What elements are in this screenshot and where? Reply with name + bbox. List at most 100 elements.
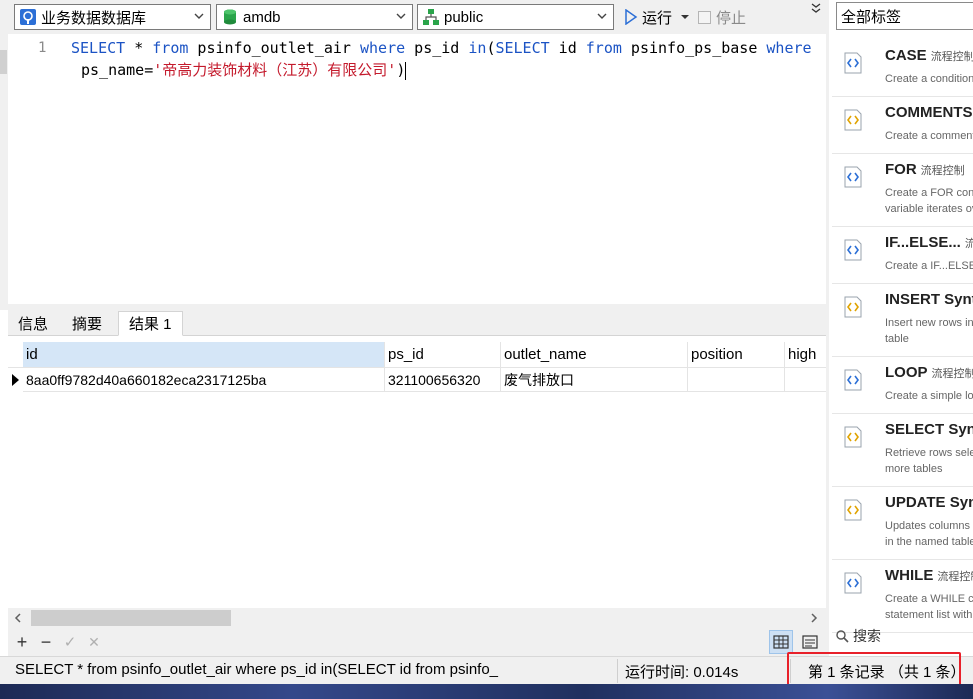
snippet-category: 流程控制 <box>920 165 965 177</box>
snippet-title: LOOP 流程控制 <box>885 364 973 381</box>
scrollbar-thumb[interactable] <box>31 610 231 626</box>
chevron-down-icon <box>396 13 406 19</box>
snippet-title: IF...ELSE...流程控制 <box>885 234 973 251</box>
cell-id[interactable]: 8aa0ff9782d40a660182eca2317125ba <box>23 368 385 392</box>
snippet-description-line: Create a WHILE control <box>885 593 973 605</box>
snippet-item[interactable]: INSERT Syntax Insert new rows into table <box>832 284 973 357</box>
sql-editor[interactable]: 1 SELECT * from psinfo_outlet_air where … <box>0 34 826 304</box>
overflow-chevron-icon[interactable] <box>809 2 823 16</box>
stop-button[interactable]: 停止 <box>698 6 746 28</box>
chevron-down-icon <box>194 13 204 19</box>
query-toolbar: 业务数据数据库 amdb public 运行 停止 <box>0 0 829 34</box>
snippet-filter-select[interactable]: 全部标签 <box>836 2 973 30</box>
tab-info[interactable]: 信息 <box>8 311 58 336</box>
snippet-item[interactable]: LOOP流程控制 Create a simple loop <box>832 357 973 414</box>
cell-high[interactable] <box>785 368 826 392</box>
minus-icon: − <box>40 631 52 652</box>
cell-position[interactable] <box>688 368 785 392</box>
add-row-button[interactable]: + <box>12 632 32 652</box>
tab-result-1[interactable]: 结果 1 <box>118 311 183 336</box>
sql-text: psinfo_outlet_air <box>188 39 360 57</box>
discard-changes-button[interactable]: ✕ <box>84 632 104 652</box>
status-run-time: 运行时间: 0.014s <box>625 664 739 681</box>
column-header-ps-id[interactable]: ps_id <box>385 342 501 368</box>
snippet-file-icon <box>844 499 862 521</box>
snippet-description-line: Insert new rows into <box>885 317 973 329</box>
sql-keyword: SELECT <box>71 39 126 57</box>
snippet-item[interactable]: WHILE流程控制 Create a WHILE control statement… <box>832 560 973 633</box>
sql-text: id <box>549 39 586 57</box>
sql-line-2: ps_name='帝高力装饰材料（江苏）有限公司') <box>81 59 407 80</box>
database-select[interactable]: amdb <box>216 4 413 30</box>
snippet-category: 流程控制 <box>931 368 973 380</box>
column-header-position[interactable]: position <box>688 342 785 368</box>
snippet-item[interactable]: SELECT Syntax Retrieve rows selected more … <box>832 414 973 487</box>
snippet-description: Retrieve rows selected more tables <box>885 445 973 477</box>
column-header-label: position <box>691 346 743 363</box>
run-button[interactable]: 运行 <box>624 6 690 28</box>
caret-down-icon[interactable] <box>680 12 690 22</box>
chevron-down-icon <box>597 13 607 19</box>
schema-select[interactable]: public <box>417 4 614 30</box>
snippet-file-icon <box>844 109 862 131</box>
current-row-arrow-icon <box>12 374 19 386</box>
apply-changes-button[interactable]: ✓ <box>60 632 80 652</box>
play-icon <box>625 9 638 25</box>
snippet-name: FOR <box>885 161 917 178</box>
row-header-corner <box>8 342 23 368</box>
sql-text: * <box>125 39 153 57</box>
database-label: amdb <box>243 8 281 26</box>
snippet-description: Updates columns of in the named table <box>885 518 973 550</box>
form-view-button[interactable] <box>798 630 822 654</box>
snippet-name: CASE <box>885 47 927 64</box>
grid-horizontal-scrollbar[interactable] <box>8 608 826 628</box>
tab-label: 摘要 <box>72 316 103 333</box>
delete-row-button[interactable]: − <box>36 632 56 652</box>
snippet-item[interactable]: IF...ELSE...流程控制 Create a IF...ELSE <box>832 227 973 284</box>
grid-view-button[interactable] <box>769 630 793 654</box>
scroll-right-icon[interactable] <box>808 612 820 624</box>
snippet-description-line: Create a comment <box>885 130 973 142</box>
stop-label: 停止 <box>716 9 747 27</box>
run-label: 运行 <box>642 9 673 27</box>
sql-text: ps_id <box>405 39 469 57</box>
snippet-file-icon <box>844 52 862 74</box>
table-row[interactable]: 8aa0ff9782d40a660182eca2317125ba 3211006… <box>8 368 826 392</box>
snippet-panel: 全部标签 CASE流程控制Create a conditionalCOMMENT… <box>829 0 973 656</box>
cell-outlet-name[interactable]: 废气排放口 <box>501 368 688 392</box>
snippet-description: Create a conditional <box>885 71 973 87</box>
snippet-description: Create a IF...ELSE <box>885 258 973 274</box>
snippet-name: WHILE <box>885 567 934 584</box>
cell-ps-id[interactable]: 321100656320 <box>385 368 501 392</box>
schema-label: public <box>444 8 484 26</box>
column-header-label: high <box>788 346 817 363</box>
column-header-id[interactable]: id <box>23 342 385 368</box>
column-header-high[interactable]: high <box>785 342 826 368</box>
schema-icon <box>423 9 439 25</box>
snippet-description-line: variable iterates over <box>885 203 973 215</box>
snippet-file-icon <box>844 426 862 448</box>
cell-value: 8aa0ff9782d40a660182eca2317125ba <box>26 371 267 388</box>
stop-checkbox[interactable] <box>698 10 711 24</box>
snippet-description-line: Retrieve rows selected <box>885 447 973 459</box>
line-number-column: 1 <box>8 34 54 304</box>
snippet-item[interactable]: CASE流程控制 Create a conditional <box>832 40 973 97</box>
tab-summary[interactable]: 摘要 <box>62 311 112 336</box>
grid-toolbar: + − ✓ ✕ <box>8 628 826 656</box>
tab-label: 结果 1 <box>129 316 172 333</box>
snippet-item[interactable]: UPDATE Syntax Updates columns of in the na… <box>832 487 973 560</box>
column-header-label: ps_id <box>388 346 424 363</box>
snippet-name: LOOP <box>885 364 928 381</box>
snippet-title: UPDATE Syntax <box>885 494 973 511</box>
snippet-search[interactable]: 搜索 <box>835 624 973 648</box>
snippet-item[interactable]: FOR流程控制 Create a FOR control variable iter… <box>832 154 973 227</box>
sql-keyword: from <box>585 39 622 57</box>
connection-select[interactable]: 业务数据数据库 <box>14 4 211 30</box>
column-header-outlet-name[interactable]: outlet_name <box>501 342 688 368</box>
snippet-item[interactable]: COMMENTS Create a comment <box>832 97 973 154</box>
scroll-left-icon[interactable] <box>12 612 24 624</box>
snippet-title: COMMENTS <box>885 104 973 121</box>
text-cursor <box>405 61 407 80</box>
snippet-description-line: in the named table <box>885 536 973 548</box>
snippet-description-line: statement list with <box>885 609 973 621</box>
